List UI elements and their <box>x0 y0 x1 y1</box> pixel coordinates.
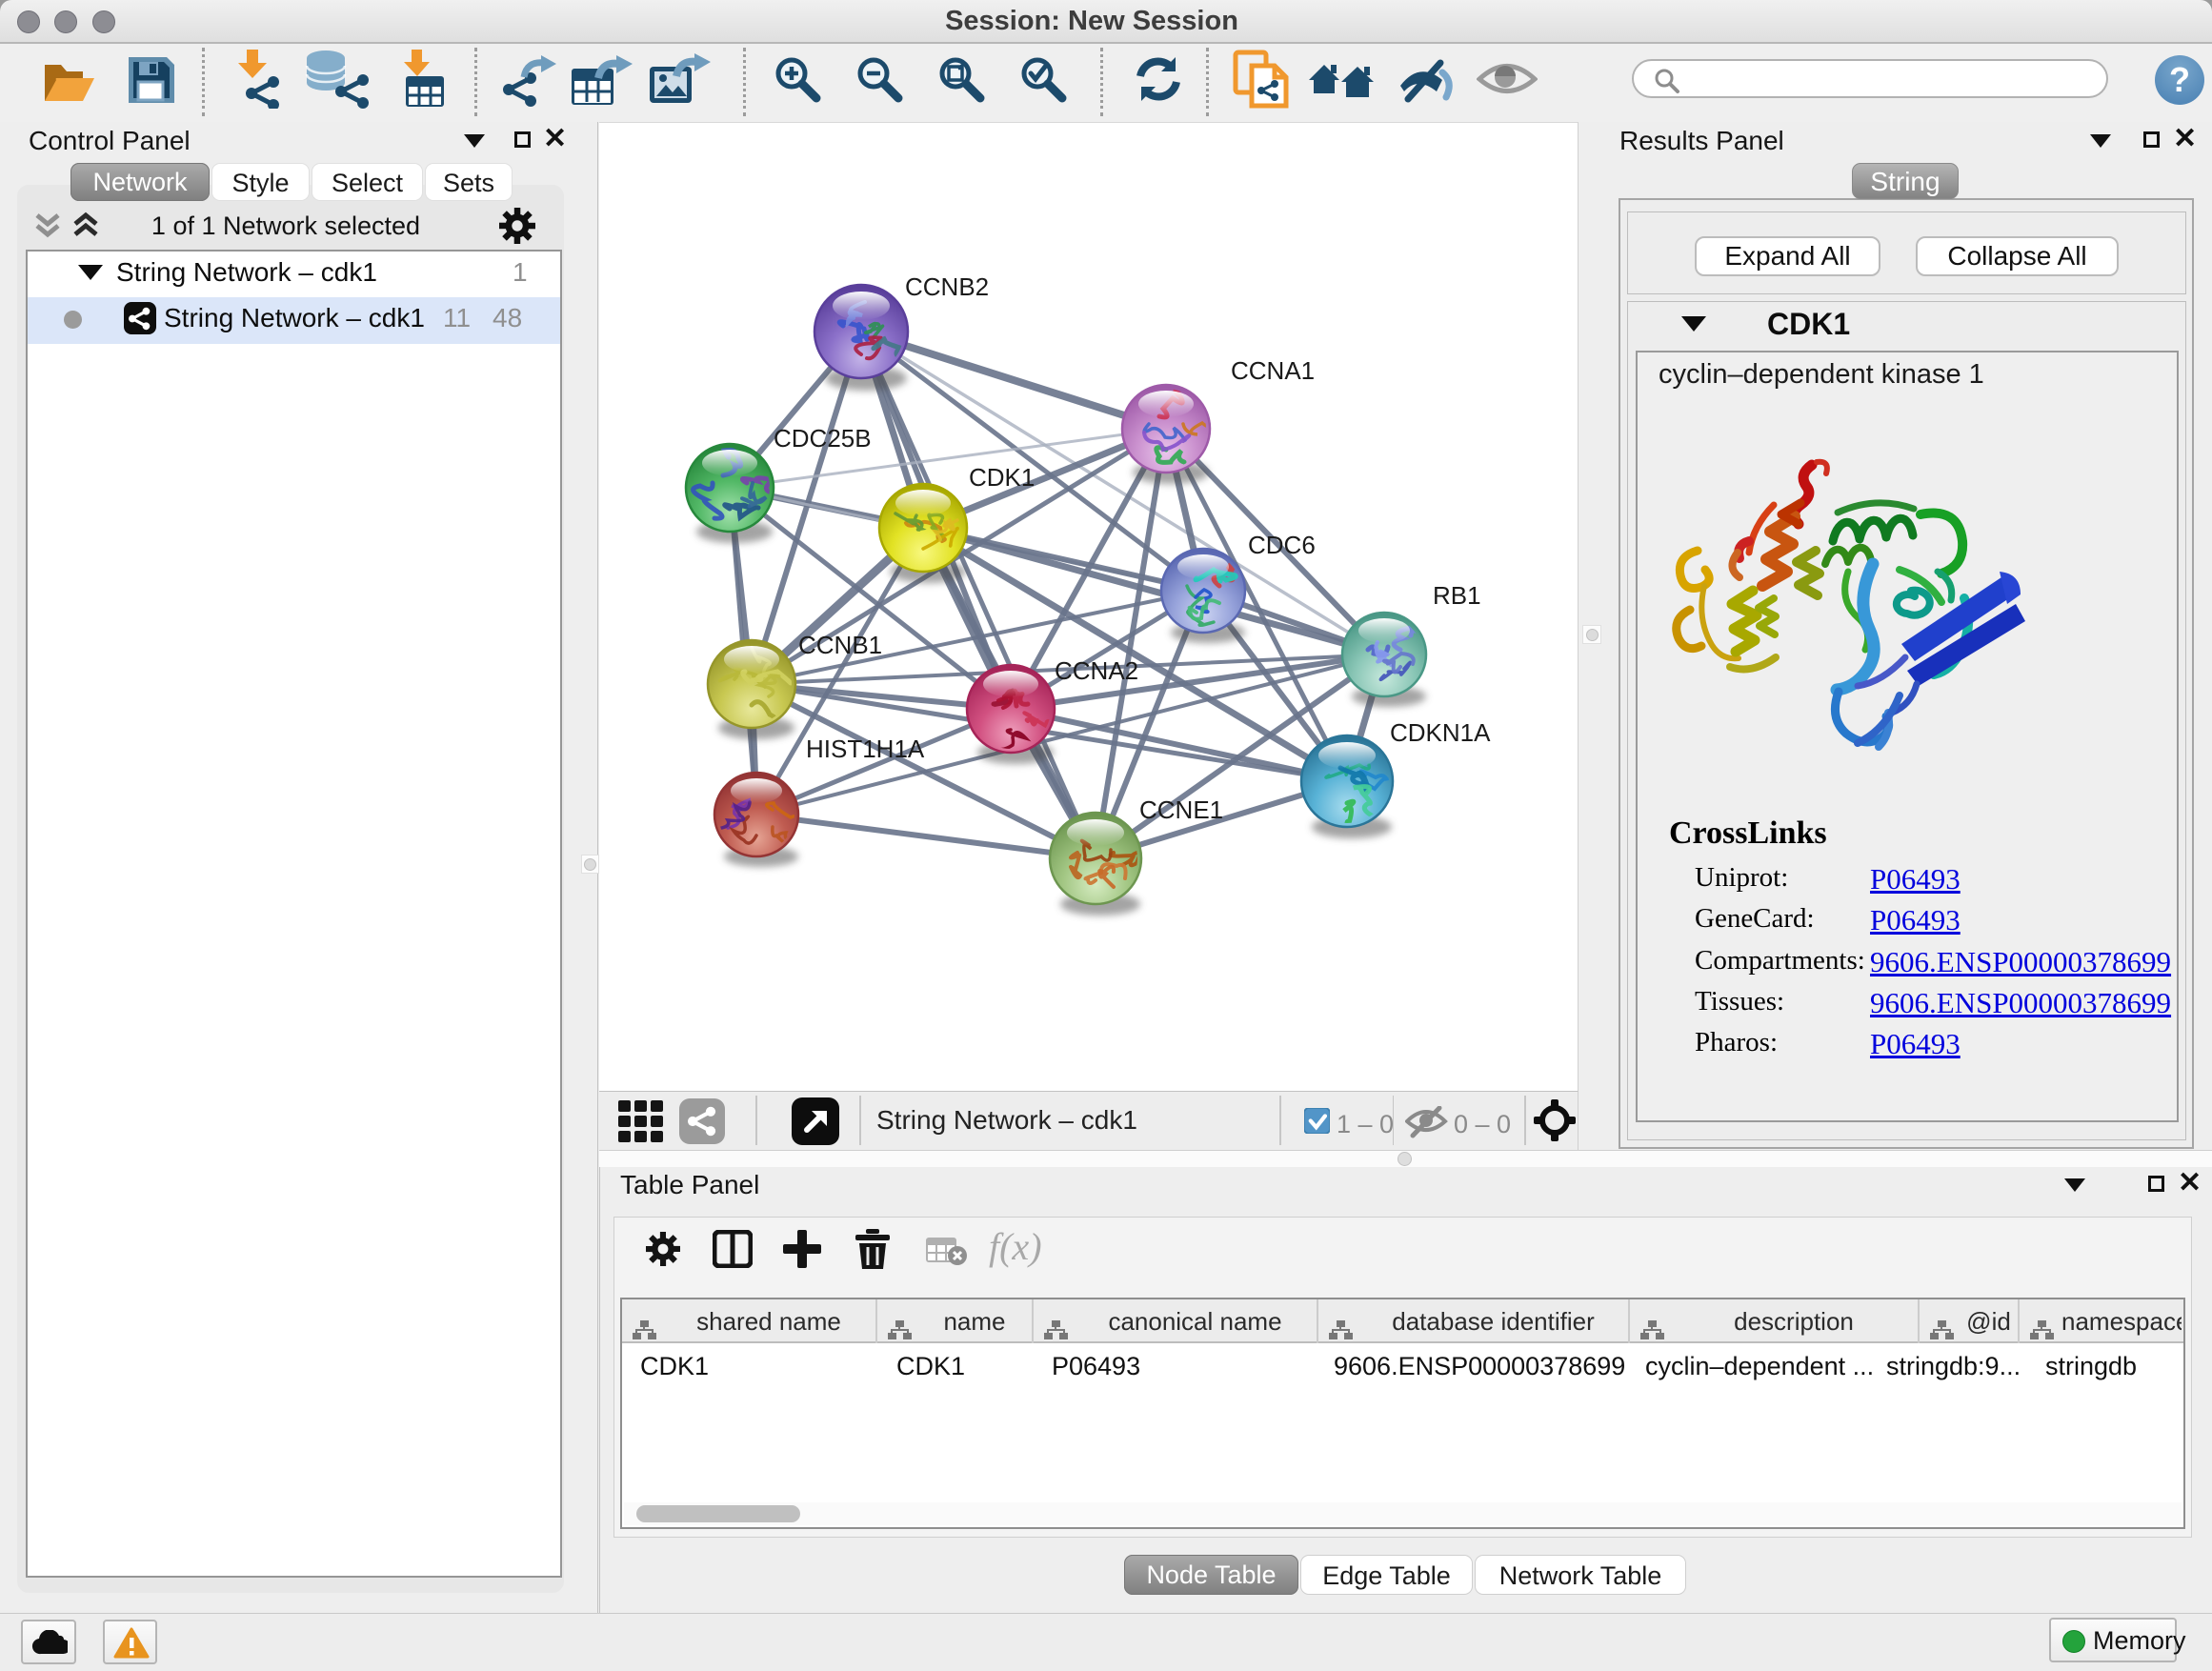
svg-text:CDK1: CDK1 <box>969 463 1035 492</box>
svg-text:CCNB1: CCNB1 <box>798 631 882 659</box>
svg-text:HIST1H1A: HIST1H1A <box>806 735 925 763</box>
svg-text:CDKN1A: CDKN1A <box>1390 718 1491 747</box>
svg-text:RB1: RB1 <box>1433 581 1481 610</box>
svg-text:CCNE1: CCNE1 <box>1139 795 1223 824</box>
svg-text:CCNA2: CCNA2 <box>1055 656 1138 685</box>
svg-text:CDC6: CDC6 <box>1248 531 1316 559</box>
svg-text:CCNB2: CCNB2 <box>905 272 989 301</box>
svg-text:CCNA1: CCNA1 <box>1231 356 1315 385</box>
svg-text:CDC25B: CDC25B <box>774 424 872 453</box>
